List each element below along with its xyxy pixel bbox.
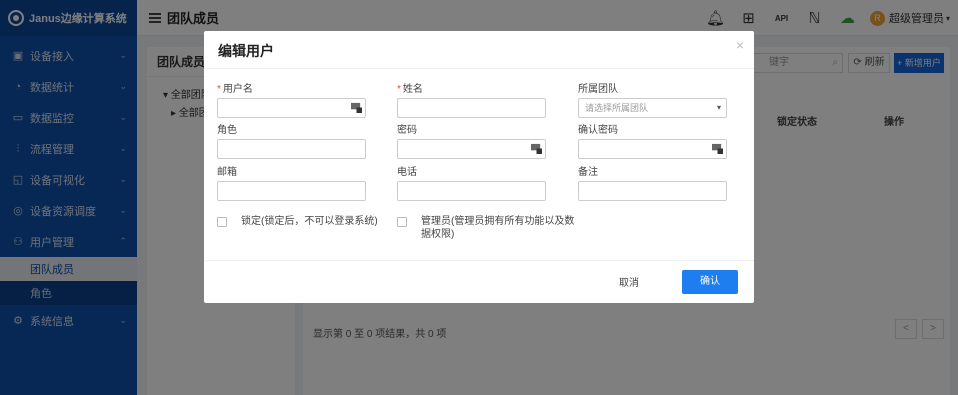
username-field: * 用户名 xyxy=(217,83,366,118)
phone-field: 电话 xyxy=(397,166,546,201)
keyboard-icon xyxy=(531,143,542,154)
role-input[interactable] xyxy=(217,139,366,159)
modal-title: 编辑用户 xyxy=(218,43,274,59)
caret-down-icon: ▾ xyxy=(716,103,721,112)
team-field: 所属团队 请选择所属团队 ▾ xyxy=(578,83,727,118)
keyboard-icon xyxy=(712,143,723,154)
email-field: 邮箱 xyxy=(217,166,366,201)
lock-checkbox-row: 锁定(锁定后，不可以登录系统) xyxy=(217,215,378,228)
divider xyxy=(204,260,754,261)
lock-checkbox[interactable] xyxy=(217,217,227,227)
name-field: * 姓名 xyxy=(397,83,546,118)
lock-label: 锁定(锁定后，不可以登录系统) xyxy=(241,216,378,227)
keyboard-icon xyxy=(351,102,362,113)
team-select[interactable]: 请选择所属团队 ▾ xyxy=(578,98,727,118)
remark-input[interactable] xyxy=(578,181,727,201)
password-field: 密码 xyxy=(397,124,546,159)
divider xyxy=(204,68,754,69)
name-input[interactable] xyxy=(397,98,546,118)
edit-user-modal: 编辑用户 × * 用户名 * 姓名 所属团队 请选择所属团队 ▾ 角色 密码 确认密… xyxy=(204,31,754,303)
role-field: 角色 xyxy=(217,124,366,159)
confirm-password-input[interactable] xyxy=(578,139,727,159)
close-icon[interactable]: × xyxy=(736,37,744,53)
cancel-button[interactable]: 取消 xyxy=(604,272,654,295)
remark-field: 备注 xyxy=(578,166,727,201)
phone-input[interactable] xyxy=(397,181,546,201)
admin-checkbox[interactable] xyxy=(397,217,407,227)
admin-label: 管理员(管理员拥有所有功能以及数 据权限) xyxy=(421,216,575,240)
username-input[interactable] xyxy=(217,98,366,118)
confirm-password-field: 确认密码 xyxy=(578,124,727,159)
email-input[interactable] xyxy=(217,181,366,201)
confirm-button[interactable]: 确认 xyxy=(682,270,738,294)
admin-checkbox-row: 管理员(管理员拥有所有功能以及数 据权限) xyxy=(397,215,574,241)
password-input[interactable] xyxy=(397,139,546,159)
